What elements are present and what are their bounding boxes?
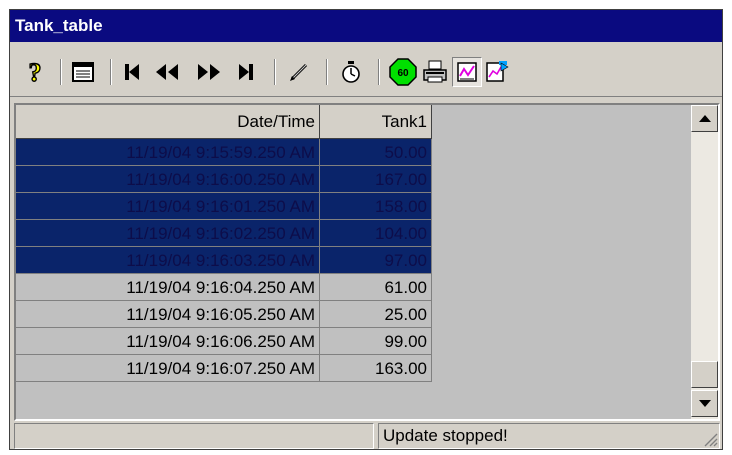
table-cell-tank1[interactable]: 50.00 [320, 139, 432, 166]
previous-page-icon[interactable] [152, 57, 182, 87]
table-cell-datetime[interactable]: 11/19/04 9:16:05.250 AM [16, 301, 320, 328]
scroll-up-icon[interactable] [691, 105, 718, 132]
table-cell-datetime[interactable]: 11/19/04 9:16:06.250 AM [16, 328, 320, 355]
first-record-icon[interactable] [117, 57, 147, 87]
stop-icon[interactable]: 60 [388, 57, 418, 87]
table-cell-datetime[interactable]: 11/19/04 9:16:00.250 AM [16, 166, 320, 193]
table-cell-tank1[interactable]: 167.00 [320, 166, 432, 193]
table-cell-datetime[interactable]: 11/19/04 9:16:04.250 AM [16, 274, 320, 301]
table-cell-tank1[interactable]: 61.00 [320, 274, 432, 301]
stop-button-label: 60 [397, 68, 409, 79]
scroll-down-icon[interactable] [691, 390, 718, 417]
resize-grip-icon[interactable] [702, 431, 718, 447]
properties-icon[interactable] [68, 57, 98, 87]
table-cell-datetime[interactable]: 11/19/04 9:15:59.250 AM [16, 139, 320, 166]
column-header-datetime[interactable]: Date/Time [16, 105, 320, 139]
edit-icon[interactable] [284, 57, 314, 87]
scroll-thumb[interactable] [691, 361, 718, 388]
status-pane-left [14, 423, 374, 449]
trend-icon[interactable] [452, 57, 482, 87]
tank-table-window: Tank_table ? 60 Date/Time Tank1 11/19/04… [9, 9, 723, 450]
toolbar: ? 60 [10, 43, 722, 97]
table-cell-datetime[interactable]: 11/19/04 9:16:01.250 AM [16, 193, 320, 220]
table-cell-datetime[interactable]: 11/19/04 9:16:07.250 AM [16, 355, 320, 382]
table-cell-tank1[interactable]: 97.00 [320, 247, 432, 274]
window-title: Tank_table [10, 10, 722, 42]
last-record-icon[interactable] [231, 57, 261, 87]
toolbar-separator [274, 59, 276, 85]
toolbar-separator [110, 59, 112, 85]
status-message: Update stopped! [378, 423, 720, 449]
data-grid[interactable]: Date/Time Tank1 11/19/04 9:15:59.250 AM 5… [14, 103, 720, 421]
table-cell-datetime[interactable]: 11/19/04 9:16:02.250 AM [16, 220, 320, 247]
table-cell-datetime[interactable]: 11/19/04 9:16:03.250 AM [16, 247, 320, 274]
help-icon[interactable]: ? [20, 57, 50, 87]
table-cell-tank1[interactable]: 25.00 [320, 301, 432, 328]
column-header-tank1[interactable]: Tank1 [320, 105, 432, 139]
export-icon[interactable] [482, 57, 512, 87]
print-icon[interactable] [420, 57, 450, 87]
table-cell-tank1[interactable]: 158.00 [320, 193, 432, 220]
svg-text:?: ? [29, 58, 42, 86]
table-cell-tank1[interactable]: 163.00 [320, 355, 432, 382]
table-cell-tank1[interactable]: 104.00 [320, 220, 432, 247]
next-page-icon[interactable] [194, 57, 224, 87]
toolbar-separator [60, 59, 62, 85]
time-range-icon[interactable] [336, 57, 366, 87]
table-cell-tank1[interactable]: 99.00 [320, 328, 432, 355]
toolbar-separator [378, 59, 380, 85]
toolbar-separator [326, 59, 328, 85]
status-bar: Update stopped! [14, 423, 720, 449]
vertical-scrollbar[interactable] [691, 105, 718, 419]
